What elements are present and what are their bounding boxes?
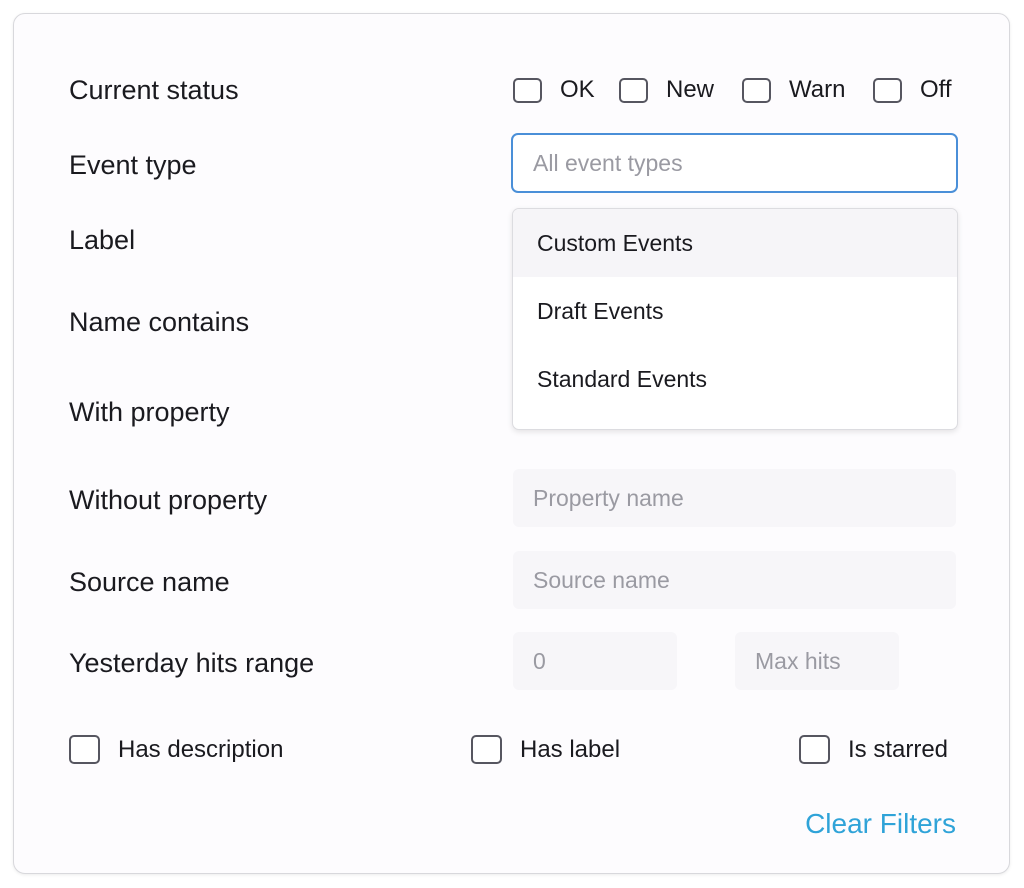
filter-panel: Current status OK New Warn Off Event typ…: [13, 13, 1010, 874]
has-label-checkbox[interactable]: [471, 735, 502, 764]
label-filter-label: Label: [69, 225, 136, 255]
has-label-option[interactable]: Has label: [471, 735, 620, 764]
yesterday-hits-label: Yesterday hits range: [69, 648, 315, 678]
status-ok-checkbox[interactable]: [513, 77, 542, 103]
hits-min-placeholder: 0: [533, 647, 546, 674]
status-ok-option[interactable]: OK: [513, 76, 595, 104]
source-name-placeholder: Source name: [533, 566, 670, 593]
status-off-option[interactable]: Off: [873, 76, 952, 104]
status-new-label: New: [666, 76, 715, 103]
clear-filters-link[interactable]: Clear Filters: [805, 808, 956, 840]
event-type-select[interactable]: All event types: [511, 133, 958, 193]
status-off-checkbox[interactable]: [873, 77, 902, 103]
source-name-label: Source name: [69, 567, 230, 597]
dropdown-option-draft-events[interactable]: Draft Events: [513, 277, 957, 345]
has-description-label: Has description: [118, 735, 284, 763]
without-property-placeholder: Property name: [533, 484, 684, 511]
hits-min-input[interactable]: 0: [513, 632, 677, 690]
without-property-input[interactable]: Property name: [513, 469, 956, 527]
event-type-label: Event type: [69, 150, 197, 180]
event-type-placeholder: All event types: [533, 149, 683, 176]
name-contains-label: Name contains: [69, 307, 250, 337]
source-name-input[interactable]: Source name: [513, 551, 956, 609]
is-starred-option[interactable]: Is starred: [799, 735, 948, 764]
has-label-label: Has label: [520, 735, 621, 763]
without-property-label: Without property: [69, 485, 268, 515]
current-status-label: Current status: [69, 75, 239, 105]
is-starred-label: Is starred: [848, 735, 949, 763]
dropdown-option-standard-events[interactable]: Standard Events: [513, 345, 957, 413]
status-ok-label: OK: [560, 76, 595, 103]
hits-max-placeholder: Max hits: [755, 647, 841, 674]
event-type-dropdown: Custom Events Draft Events Standard Even…: [512, 208, 958, 430]
status-warn-checkbox[interactable]: [742, 77, 771, 103]
is-starred-checkbox[interactable]: [799, 735, 830, 764]
hits-max-input[interactable]: Max hits: [735, 632, 899, 690]
dropdown-option-custom-events[interactable]: Custom Events: [513, 209, 957, 277]
status-new-checkbox[interactable]: [619, 77, 648, 103]
with-property-label: With property: [69, 397, 230, 427]
status-new-option[interactable]: New: [619, 76, 714, 104]
has-description-checkbox[interactable]: [69, 735, 100, 764]
status-warn-option[interactable]: Warn: [742, 76, 845, 104]
has-description-option[interactable]: Has description: [69, 735, 283, 764]
status-warn-label: Warn: [789, 76, 846, 103]
status-off-label: Off: [920, 76, 952, 103]
